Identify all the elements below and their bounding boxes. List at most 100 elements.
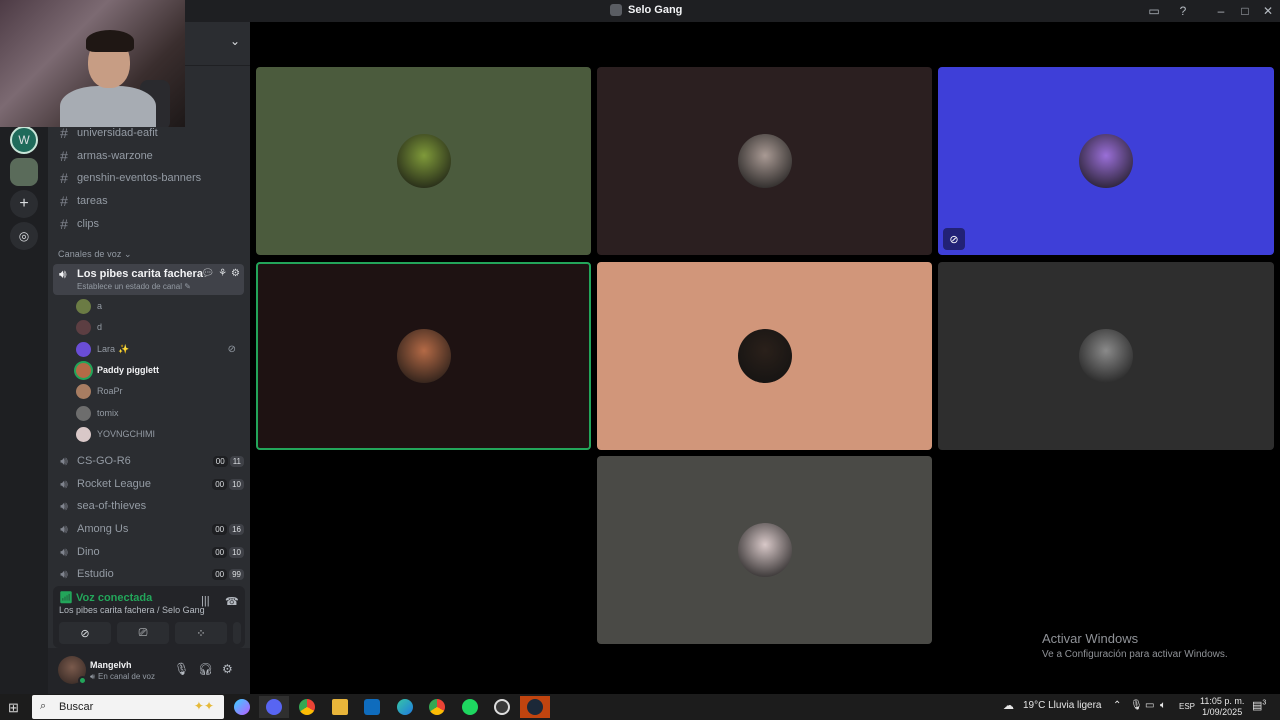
spotify-icon[interactable] <box>455 696 485 718</box>
steam-icon[interactable] <box>520 696 550 718</box>
voice-user[interactable]: Lara ✨ ⊘ <box>76 339 246 359</box>
voice-status[interactable]: 📶︎ Voz conectada <box>59 591 152 604</box>
inbox-icon[interactable]: ▭ <box>1145 2 1163 20</box>
help-icon[interactable]: ? <box>1174 2 1192 20</box>
chat-icon[interactable]: 💬︎ <box>201 268 214 279</box>
participant-tile[interactable] <box>597 262 932 450</box>
gear-icon[interactable]: ⚙ <box>231 268 240 279</box>
voice-user[interactable]: tomix <box>76 403 246 423</box>
voice-channel[interactable]: 🔊︎ CS-GO-R6 00 11 <box>54 450 244 472</box>
active-voice-channel[interactable]: 🔊︎ Los pibes carita fachera Establece un… <box>53 264 244 295</box>
weather-text[interactable]: 19°C Lluvia ligera <box>1023 700 1102 711</box>
camera-off-button[interactable]: ⊘ <box>59 622 111 644</box>
window-title: Selo Gang <box>610 4 682 16</box>
voice-user[interactable]: Paddy pigglett <box>76 360 246 380</box>
text-channel[interactable]: # clips <box>54 213 244 235</box>
maximize-button[interactable]: □ <box>1236 2 1254 20</box>
discord-icon[interactable] <box>259 696 289 718</box>
add-server-icon[interactable]: + <box>10 190 38 218</box>
chevron-up-icon[interactable]: ⌃ <box>1113 700 1121 711</box>
voice-user[interactable]: RoaPr <box>76 381 246 401</box>
voice-user[interactable]: YOVNGCHIMI <box>76 424 246 444</box>
participant-avatar <box>1079 329 1133 383</box>
discover-icon[interactable]: ◎ <box>10 222 38 250</box>
title-bar: Selo Gang ▭ ? – □ ✕ <box>0 0 1280 22</box>
notifications-icon[interactable]: ▤3 <box>1252 699 1266 712</box>
voice-category[interactable]: Canales de voz ⌄ <box>58 249 132 260</box>
volume-icon[interactable]: 🔈︎ <box>1160 700 1166 711</box>
invite-icon[interactable]: ⚘ <box>218 268 227 279</box>
minimize-button[interactable]: – <box>1212 2 1230 20</box>
server-avatar-selo[interactable] <box>10 158 38 186</box>
microphone-icon[interactable]: 🎙︎ <box>1130 700 1143 711</box>
speaker-icon: 🔊︎ <box>90 672 96 681</box>
speaker-icon: 🔊︎ <box>60 521 68 536</box>
participant-tile[interactable] <box>938 262 1274 450</box>
voice-user[interactable]: a <box>76 296 246 316</box>
obs-icon[interactable] <box>487 696 517 718</box>
windows-start-icon[interactable]: ⊞ <box>8 700 19 716</box>
speaker-icon: 🔊︎ <box>60 453 68 468</box>
user-panel: Mangelvh 🔊︎ En canal de voz 🎙︎ 🎧︎ ⚙ <box>48 648 250 694</box>
online-status-icon <box>78 676 87 685</box>
taskbar-search[interactable]: ⌕ Buscar ✦✦ <box>32 695 224 719</box>
microphone-icon[interactable]: 🎙︎ <box>174 662 189 676</box>
participant-avatar <box>737 134 792 188</box>
voice-channel[interactable]: 🔊︎ Rocket League 00 10 <box>54 473 244 495</box>
voice-channel[interactable]: 🔊︎ sea-of-thieves <box>54 495 244 517</box>
activities-button[interactable]: ⁘ <box>175 622 227 644</box>
hash-icon: # <box>60 125 68 141</box>
headphones-icon[interactable]: 🎧︎ <box>198 662 213 676</box>
soundboard-button[interactable] <box>233 622 241 644</box>
avatar <box>76 426 91 442</box>
sparkle-icon: ✦✦ <box>193 699 214 713</box>
disconnect-icon[interactable]: ☎ <box>225 595 239 608</box>
text-channel[interactable]: # tareas <box>54 190 244 212</box>
hash-icon: # <box>60 148 68 164</box>
windows-taskbar: ⊞ ⌕ Buscar ✦✦ ☁ 19°C Lluvia ligera ⌃ 🎙︎ … <box>0 694 1280 720</box>
screen-share-button[interactable]: ⎚ <box>117 622 169 644</box>
text-channel[interactable]: # armas-warzone <box>54 145 244 167</box>
participant-tile[interactable] <box>597 67 932 255</box>
voice-channel[interactable]: 🔊︎ Dino 00 10 <box>54 541 244 563</box>
text-channel[interactable]: # genshin-eventos-banners <box>54 167 244 189</box>
channel-status[interactable]: Establece un estado de canal ✎ <box>77 282 191 291</box>
video-off-icon: ⊘ <box>227 343 236 355</box>
webcam-overlay <box>0 0 185 127</box>
server-avatar-w[interactable]: W <box>10 126 38 154</box>
voice-user[interactable]: d <box>76 317 246 337</box>
participant-avatar <box>396 134 451 188</box>
voice-channel[interactable]: 🔊︎ Among Us 00 16 <box>54 518 244 540</box>
clock[interactable]: 11:05 p. m. 1/09/2025 <box>1200 696 1244 718</box>
participant-tile[interactable] <box>597 456 932 644</box>
voice-channel-path[interactable]: Los pibes carita fachera / Selo Gang <box>59 605 205 615</box>
file-explorer-icon[interactable] <box>325 696 355 718</box>
edge-icon[interactable] <box>390 696 420 718</box>
video-off-icon: ⊘ <box>943 228 965 250</box>
language-indicator[interactable]: ESP <box>1179 702 1195 711</box>
participant-tile[interactable]: ⊘ <box>938 67 1274 255</box>
chevron-down-icon: ⌄ <box>229 34 240 48</box>
noise-suppression-icon[interactable]: ||| <box>201 595 210 607</box>
participant-avatar <box>737 523 792 577</box>
avatar <box>76 383 91 399</box>
chrome-icon[interactable] <box>422 696 452 718</box>
gear-icon[interactable]: ⚙ <box>222 662 233 676</box>
window-title-text: Selo Gang <box>628 4 683 16</box>
hash-icon: # <box>60 170 68 186</box>
speaker-icon: 🔊︎ <box>60 498 68 513</box>
avatar <box>76 319 91 335</box>
participant-tile[interactable] <box>256 67 591 255</box>
chrome-icon[interactable] <box>292 696 322 718</box>
avatar[interactable] <box>58 656 87 685</box>
copilot-icon[interactable] <box>227 696 257 718</box>
close-button[interactable]: ✕ <box>1259 2 1277 20</box>
weather-icon[interactable]: ☁ <box>1003 699 1014 712</box>
participant-avatar <box>737 329 792 383</box>
participant-tile[interactable] <box>256 262 591 450</box>
voice-channel[interactable]: 🔊︎ Estudio 00 99 <box>54 563 244 585</box>
network-icon[interactable]: ▭ <box>1145 700 1154 711</box>
outlook-icon[interactable] <box>357 696 387 718</box>
search-icon: ⌕ <box>40 700 47 712</box>
avatar <box>76 362 91 378</box>
